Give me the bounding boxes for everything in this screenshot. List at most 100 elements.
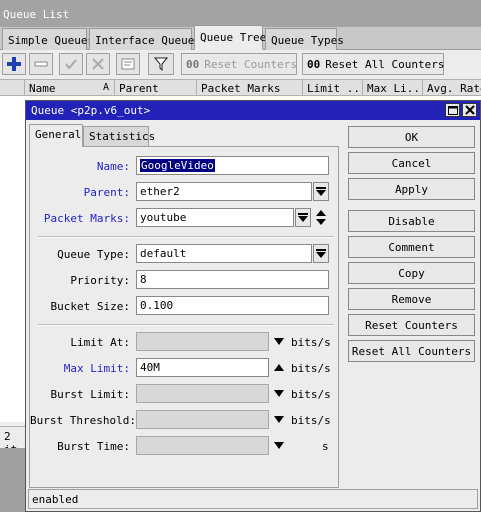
- cross-icon: [92, 58, 104, 70]
- bucket-size-label: Bucket Size:: [50, 300, 130, 313]
- bucket-size-field[interactable]: 0.100: [136, 296, 329, 315]
- burst-threshold-expand[interactable]: [274, 414, 284, 427]
- maximize-button[interactable]: [445, 103, 460, 117]
- packet-marks-field[interactable]: youtube: [136, 208, 294, 227]
- comment-button[interactable]: Comment: [348, 236, 475, 258]
- priority-label: Priority:: [70, 274, 130, 287]
- parent-field[interactable]: ether2: [136, 182, 312, 201]
- limit-at-label: Limit At:: [70, 336, 130, 349]
- general-panel: Name: GoogleVideo Parent: ether2 Packet …: [29, 146, 339, 488]
- triangle-down-icon: [274, 442, 284, 449]
- window-background: [0, 448, 26, 512]
- comment-button[interactable]: [116, 53, 140, 75]
- reset-all-counters-toolbar-button[interactable]: 00 Reset All Counters: [302, 53, 444, 75]
- tab-general[interactable]: General: [29, 124, 83, 147]
- triangle-down-icon: [274, 416, 284, 423]
- burst-time-field[interactable]: [136, 436, 269, 455]
- column-limit-at[interactable]: Limit ...: [302, 80, 362, 96]
- burst-threshold-unit: bits/s: [291, 414, 331, 427]
- reset-counters-toolbar-button[interactable]: 00 Reset Counters: [181, 53, 297, 75]
- close-button[interactable]: [462, 103, 477, 117]
- tab-queue-types[interactable]: Queue Types: [265, 28, 344, 50]
- copy-button[interactable]: Copy: [348, 262, 475, 284]
- limit-at-field[interactable]: [136, 332, 269, 351]
- max-limit-field[interactable]: 40M: [136, 358, 269, 377]
- queue-dialog: Queue <p2p.v6_out> General Statistics Na…: [25, 100, 481, 512]
- minus-icon: [34, 61, 48, 67]
- ok-button[interactable]: OK: [348, 126, 475, 148]
- tab-simple-queues[interactable]: Simple Queues: [2, 28, 94, 50]
- plus-icon: [7, 57, 21, 71]
- counter-badge: 00: [307, 57, 321, 71]
- reset-all-counters-button[interactable]: Reset All Counters: [348, 340, 475, 362]
- triangle-down-icon: [274, 338, 284, 345]
- triangle-down-icon: [274, 390, 284, 397]
- disable-button[interactable]: Disable: [348, 210, 475, 232]
- parent-dropdown[interactable]: [313, 182, 329, 201]
- remove-button[interactable]: [29, 53, 53, 75]
- parent-label: Parent:: [83, 186, 130, 199]
- counter-badge: 00: [186, 57, 200, 71]
- close-icon: [464, 105, 475, 115]
- queue-type-field[interactable]: default: [136, 244, 312, 263]
- add-button[interactable]: [2, 53, 26, 75]
- burst-time-expand[interactable]: [274, 440, 284, 453]
- dialog-status: enabled: [28, 489, 478, 509]
- max-limit-unit: bits/s: [291, 362, 331, 375]
- name-value: GoogleVideo: [140, 159, 215, 172]
- burst-limit-unit: bits/s: [291, 388, 331, 401]
- burst-time-label: Burst Time:: [57, 440, 130, 453]
- separator: [38, 236, 334, 238]
- column-name[interactable]: Name: [24, 80, 100, 96]
- queue-type-label: Queue Type:: [57, 248, 130, 261]
- check-icon: [65, 59, 77, 70]
- queue-type-dropdown[interactable]: [313, 244, 329, 263]
- tab-statistics[interactable]: Statistics: [83, 126, 155, 146]
- column-parent[interactable]: Parent: [114, 80, 195, 96]
- chevron-down-icon: [298, 212, 308, 222]
- burst-limit-expand[interactable]: [274, 388, 284, 401]
- burst-time-unit: s: [322, 440, 329, 453]
- limit-at-unit: bits/s: [291, 336, 331, 349]
- tab-queue-tree[interactable]: Queue Tree: [194, 25, 266, 50]
- column-select[interactable]: [2, 80, 24, 96]
- tab-interface-queues[interactable]: Interface Queues: [89, 28, 201, 50]
- separator: [38, 324, 334, 326]
- remove-button[interactable]: Remove: [348, 288, 475, 310]
- item-count: 2 it: [0, 426, 26, 456]
- triangle-up-icon: [274, 364, 284, 371]
- max-limit-collapse[interactable]: [274, 362, 284, 375]
- burst-threshold-label: Burst Threshold:: [30, 414, 136, 427]
- filter-button[interactable]: [148, 53, 174, 75]
- priority-field[interactable]: 8: [136, 270, 329, 289]
- name-label: Name:: [96, 160, 130, 173]
- packet-marks-label: Packet Marks:: [43, 212, 130, 225]
- disable-button[interactable]: [86, 53, 110, 75]
- cancel-button[interactable]: Cancel: [348, 152, 475, 174]
- burst-limit-label: Burst Limit:: [50, 388, 130, 401]
- column-max-limit[interactable]: Max Li...: [362, 80, 422, 96]
- column-avg-rate[interactable]: Avg. Rate: [422, 80, 481, 96]
- chevron-down-icon: [316, 186, 326, 196]
- filter-icon: [154, 57, 168, 71]
- dialog-title: Queue <p2p.v6_out>: [26, 101, 480, 120]
- burst-threshold-field[interactable]: [136, 410, 269, 429]
- max-limit-label: Max Limit:: [63, 362, 130, 375]
- apply-button[interactable]: Apply: [348, 178, 475, 200]
- column-packet-marks[interactable]: Packet Marks: [196, 80, 302, 96]
- burst-limit-field[interactable]: [136, 384, 269, 403]
- limit-at-expand[interactable]: [274, 336, 284, 349]
- reset-all-counters-label: Reset All Counters: [325, 57, 445, 71]
- reset-counters-button[interactable]: Reset Counters: [348, 314, 475, 336]
- window-title: Queue List: [0, 0, 481, 27]
- name-field[interactable]: GoogleVideo: [136, 156, 329, 175]
- packet-marks-updown[interactable]: [314, 208, 328, 227]
- packet-marks-dropdown[interactable]: [295, 208, 311, 227]
- chevron-down-icon: [316, 248, 326, 258]
- sort-indicator: A: [103, 82, 110, 93]
- enable-button[interactable]: [59, 53, 83, 75]
- note-icon: [121, 58, 135, 70]
- column-header: Name A Parent Packet Marks Limit ... Max…: [0, 79, 481, 96]
- maximize-icon: [447, 105, 458, 115]
- up-down-arrows-icon: [316, 210, 326, 225]
